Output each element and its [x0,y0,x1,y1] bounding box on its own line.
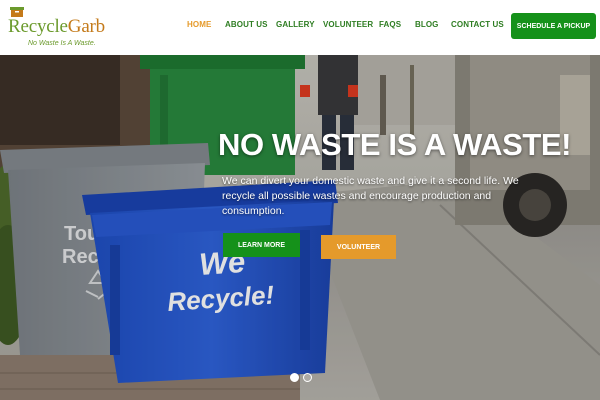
logo-wordmark: RecycleGarb [8,17,105,37]
logo-word-garb: Garb [67,16,105,37]
nav-gallery[interactable]: GALLERY [276,20,315,29]
slide-dot-1[interactable] [290,373,299,382]
hero-title: NO WASTE IS A WASTE! [218,127,572,162]
site-logo[interactable]: RecycleGarb No Waste Is A Waste. [8,7,118,49]
learn-more-button[interactable]: LEARN MORE [223,233,300,257]
top-navbar: RecycleGarb No Waste Is A Waste. HOME AB… [0,0,600,55]
slider-pagination [290,373,314,383]
volunteer-button[interactable]: VOLUNTEER [321,235,396,259]
logo-word-recycle: Recycle [8,16,68,37]
hero-slider: Tou Rec We Recycle! NO WASTE IS A WASTE!… [0,55,600,400]
logo-tagline: No Waste Is A Waste. [28,40,96,47]
hero-description: We can divert your domestic waste and gi… [222,175,519,217]
nav-faqs[interactable]: FAQS [379,20,401,29]
hero-background-photo: Tou Rec We Recycle! [0,55,600,400]
nav-home[interactable]: HOME [187,20,211,29]
nav-contact-us[interactable]: CONTACT US [451,20,504,29]
schedule-pickup-button[interactable]: SCHEDULE A PICKUP [511,13,596,39]
slide-dot-2[interactable] [303,373,312,382]
nav-volunteer[interactable]: VOLUNTEER [323,20,373,29]
nav-blog[interactable]: BLOG [415,20,439,29]
nav-about-us[interactable]: ABOUT US [225,20,268,29]
